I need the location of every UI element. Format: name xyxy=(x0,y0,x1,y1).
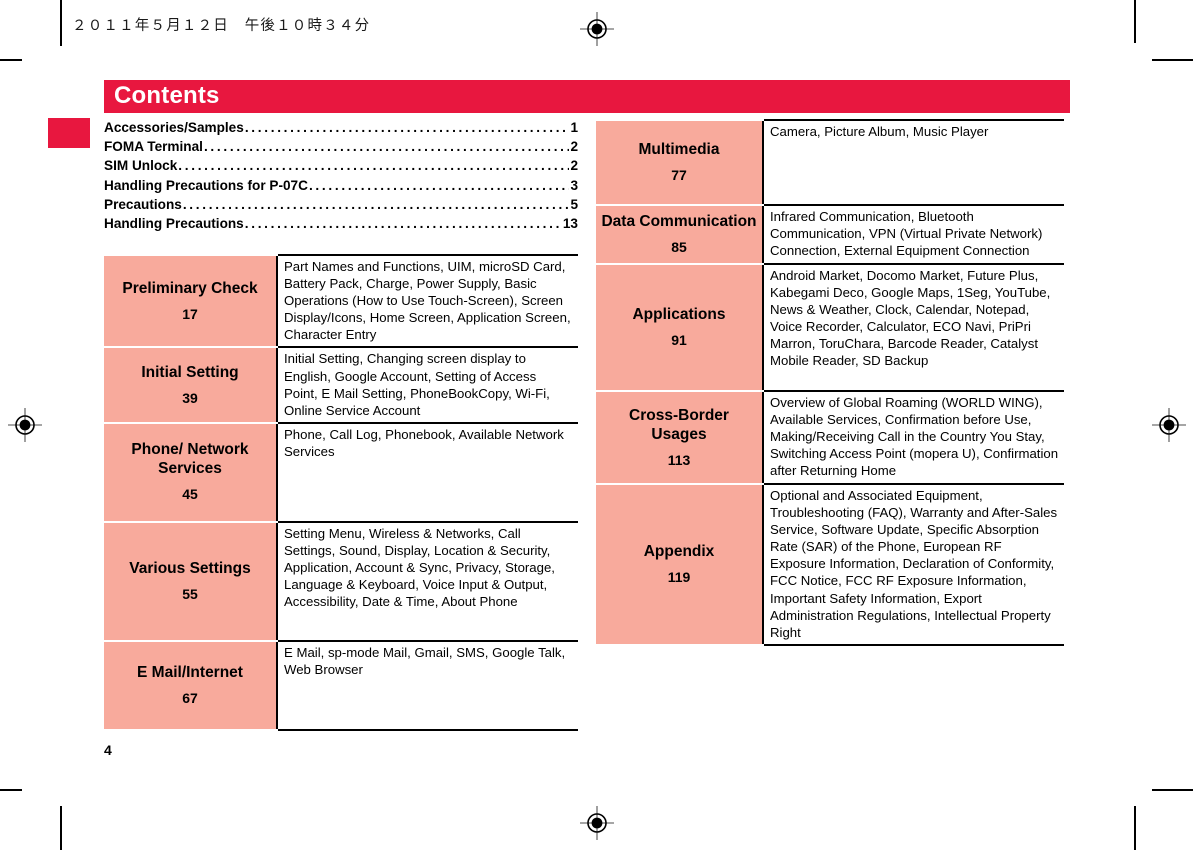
running-head-date: ２０１１年５月１２日 午後１０時３４分 xyxy=(72,18,371,34)
toc-leader xyxy=(183,195,570,214)
toc-leader xyxy=(204,137,569,156)
toc-entry-page: 5 xyxy=(570,196,578,212)
chapter-title: Initial Setting xyxy=(141,363,239,381)
chapter-name-cell: Multimedia 77 xyxy=(596,119,763,206)
chapter-name-cell: Cross-Border Usages 113 xyxy=(596,390,763,485)
toc-entry-page: 1 xyxy=(570,120,578,135)
chapter-table-left: Preliminary Check 17 Part Names and Func… xyxy=(104,253,578,731)
table-row[interactable]: Appendix 119 Optional and Associated Equ… xyxy=(596,483,1064,646)
chapter-description-cell: Phone, Call Log, Phonebook, Available Ne… xyxy=(276,421,578,523)
chapter-title: E Mail/Internet xyxy=(137,663,243,681)
chapter-name-cell: Phone/ Network Services 45 xyxy=(104,421,277,523)
chapter-start-page: 39 xyxy=(182,389,198,406)
table-row[interactable]: Various Settings 55 Setting Menu, Wirele… xyxy=(104,520,578,642)
chapter-description-cell: Camera, Picture Album, Music Player xyxy=(762,119,1064,206)
chapter-start-page: 91 xyxy=(671,332,687,348)
chapter-description-cell: E Mail, sp-mode Mail, Gmail, SMS, Google… xyxy=(276,639,578,731)
chapter-start-page: 67 xyxy=(182,689,198,706)
table-row[interactable]: E Mail/Internet 67 E Mail, sp-mode Mail,… xyxy=(104,639,578,731)
toc-entry[interactable]: Precautions 5 xyxy=(104,195,578,214)
toc-leader xyxy=(245,214,562,233)
toc-entry[interactable]: Handling Precautions for P-07C 3 xyxy=(104,176,578,195)
toc-entry-title: Precautions xyxy=(104,196,182,212)
table-row[interactable]: Data Communication 85 Infrared Communica… xyxy=(596,204,1064,265)
toc-entry-title: Handling Precautions xyxy=(104,216,244,232)
chapter-table-right: Multimedia 77 Camera, Picture Album, Mus… xyxy=(596,119,1064,646)
chapter-name-cell: Applications 91 xyxy=(596,263,763,392)
toc-entry[interactable]: FOMA Terminal 2 xyxy=(104,137,578,156)
table-row[interactable]: Preliminary Check 17 Part Names and Func… xyxy=(104,253,578,349)
chapter-description-cell: Optional and Associated Equipment, Troub… xyxy=(762,483,1064,646)
chapter-description-cell: Overview of Global Roaming (WORLD WING),… xyxy=(762,390,1064,485)
chapter-title: Data Communication xyxy=(601,213,757,230)
toc-entry-page: 2 xyxy=(570,158,578,174)
chapter-start-page: 119 xyxy=(667,568,691,585)
chapter-title: Preliminary Check xyxy=(122,279,258,297)
page-number: 4 xyxy=(104,742,112,758)
table-row[interactable]: Cross-Border Usages 113 Overview of Glob… xyxy=(596,390,1064,485)
toc-entry[interactable]: Accessories/Samples 1 xyxy=(104,118,578,137)
manual-page: ２０１１年５月１２日 午後１０時３４分 Contents Accessories… xyxy=(0,0,1193,850)
chapter-title: Phone/ Network Services xyxy=(131,441,249,478)
toc-entry-page: 3 xyxy=(570,177,578,193)
contents-banner: Contents xyxy=(104,80,1070,113)
table-row[interactable]: Multimedia 77 Camera, Picture Album, Mus… xyxy=(596,119,1064,206)
table-row[interactable]: Initial Setting 39 Initial Setting, Chan… xyxy=(104,346,578,424)
toc-entry-title: FOMA Terminal xyxy=(104,139,203,155)
chapter-title: Cross-Border Usages xyxy=(629,406,729,443)
chapter-name-cell: Various Settings 55 xyxy=(104,520,277,642)
toc-entry[interactable]: Handling Precautions 13 xyxy=(104,214,578,233)
chapter-description-cell: Android Market, Docomo Market, Future Pl… xyxy=(762,263,1064,392)
page-title: Contents xyxy=(114,82,220,109)
chapter-name-cell: Data Communication 85 xyxy=(596,204,763,265)
chapter-start-page: 77 xyxy=(671,167,687,183)
table-row[interactable]: Applications 91 Android Market, Docomo M… xyxy=(596,263,1064,392)
chapter-start-page: 113 xyxy=(667,451,691,468)
chapter-start-page: 45 xyxy=(182,486,198,503)
chapter-description-cell: Part Names and Functions, UIM, microSD C… xyxy=(276,253,578,349)
toc-entry-page: 2 xyxy=(570,139,578,155)
toc-entry-title: SIM Unlock xyxy=(104,158,178,174)
toc-entry-title: Accessories/Samples xyxy=(104,120,244,135)
chapter-start-page: 55 xyxy=(182,585,198,602)
chapter-description-cell: Setting Menu, Wireless & Networks, Call … xyxy=(276,520,578,642)
chapter-name-cell: Preliminary Check 17 xyxy=(104,253,277,349)
thumb-index-tab xyxy=(48,118,90,148)
toc-entry-page: 13 xyxy=(562,216,578,232)
table-row[interactable]: Phone/ Network Services 45 Phone, Call L… xyxy=(104,421,578,523)
toc-leader xyxy=(245,118,570,137)
chapter-title: Various Settings xyxy=(129,559,251,577)
chapter-description-cell: Initial Setting, Changing screen display… xyxy=(276,346,578,424)
chapter-start-page: 17 xyxy=(182,305,198,322)
chapter-name-cell: Initial Setting 39 xyxy=(104,346,277,424)
chapter-title: Applications xyxy=(632,306,726,323)
table-of-contents-list: Accessories/Samples 1 FOMA Terminal 2 SI… xyxy=(104,118,578,233)
toc-entry[interactable]: SIM Unlock 2 xyxy=(104,156,578,175)
chapter-name-cell: Appendix 119 xyxy=(596,483,763,646)
chapter-description-cell: Infrared Communication, Bluetooth Commun… xyxy=(762,204,1064,265)
chapter-name-cell: E Mail/Internet 67 xyxy=(104,639,277,731)
toc-leader xyxy=(309,176,569,195)
toc-leader xyxy=(178,156,569,175)
chapter-title: Multimedia xyxy=(638,141,720,158)
chapter-start-page: 85 xyxy=(671,239,687,255)
toc-entry-title: Handling Precautions for P-07C xyxy=(104,177,308,193)
chapter-title: Appendix xyxy=(643,542,715,560)
